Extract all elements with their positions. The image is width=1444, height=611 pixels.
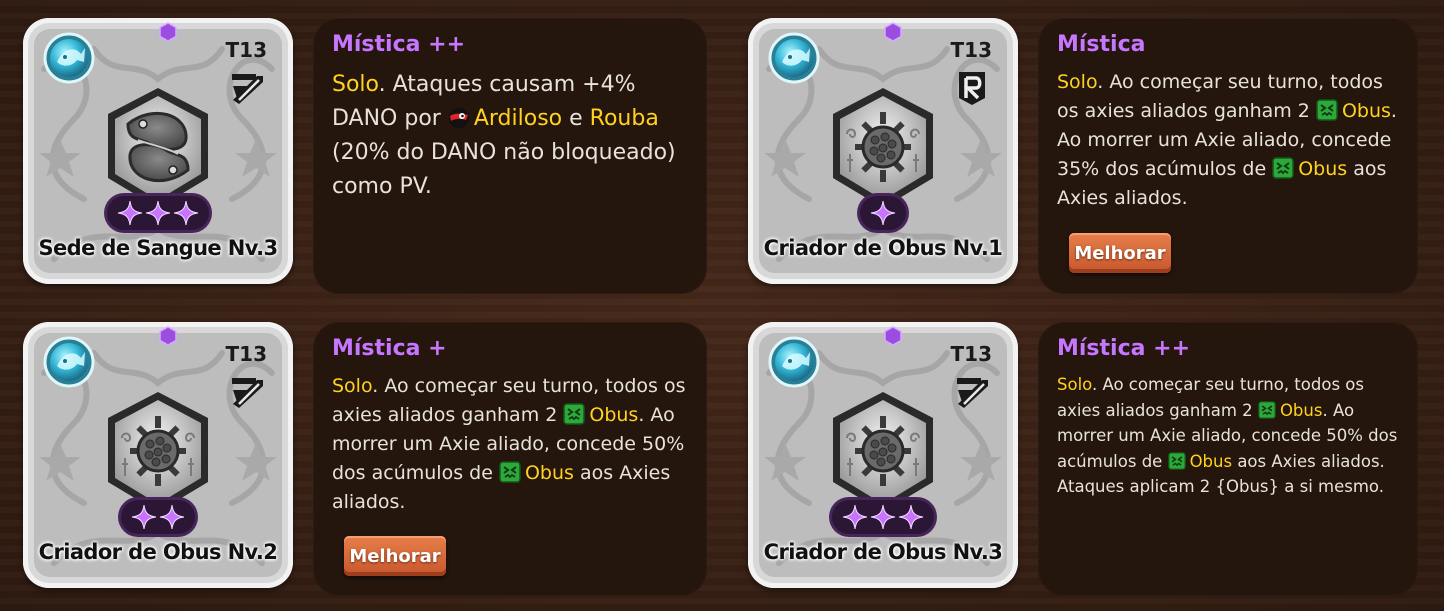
rarity-label: Mística bbox=[1057, 32, 1146, 57]
keyword: Obus bbox=[1189, 451, 1233, 471]
keyword: Ardiloso bbox=[473, 106, 563, 131]
skill-description: Solo. Ao começar seu turno, todos os axi… bbox=[1057, 375, 1398, 496]
star-icon bbox=[117, 200, 143, 226]
star-icon bbox=[145, 200, 171, 226]
mystic-gem-icon bbox=[884, 326, 902, 346]
keyword: Solo bbox=[1057, 71, 1098, 93]
upgrade-button[interactable]: Melhorar bbox=[344, 536, 446, 576]
aquatic-class-icon bbox=[43, 336, 95, 388]
obus-icon bbox=[499, 461, 521, 483]
keyword: Rouba bbox=[589, 106, 659, 131]
rarity-label: Mística ++ bbox=[332, 32, 465, 57]
obus-icon bbox=[1168, 452, 1186, 470]
mystic-gem-icon bbox=[159, 22, 177, 42]
star-level bbox=[832, 500, 934, 534]
card-name: Criador de Obus Nv.3 bbox=[763, 540, 1003, 564]
skill-description-panel: Mística Solo. Ao começar seu turno, todo… bbox=[1038, 18, 1418, 294]
obus-icon bbox=[1316, 99, 1338, 121]
twin-fish-emblem-icon bbox=[98, 84, 218, 212]
ardiloso-icon bbox=[448, 107, 470, 129]
slash-strike-icon bbox=[229, 374, 265, 410]
slash-strike-icon bbox=[229, 70, 265, 106]
spiked-mine-emblem-icon bbox=[823, 84, 943, 212]
star-icon bbox=[870, 200, 896, 226]
skill-card[interactable]: T13 Criador de Obus Nv.3 bbox=[748, 322, 1018, 588]
aquatic-class-icon bbox=[768, 32, 820, 84]
spiked-mine-emblem-icon bbox=[823, 388, 943, 516]
skill-card[interactable]: T13 Criador de Obus Nv.1 bbox=[748, 18, 1018, 284]
star-icon bbox=[870, 504, 896, 530]
keyword: Obus bbox=[1341, 100, 1391, 122]
obus-icon bbox=[563, 403, 585, 425]
keyword: Obus bbox=[1298, 158, 1348, 180]
skill-description: Solo. Ataques causam +4% DANO por Ardilo… bbox=[332, 72, 676, 199]
rune-r-icon bbox=[954, 70, 990, 106]
keyword: Obus bbox=[589, 404, 639, 426]
keyword: Solo bbox=[332, 375, 373, 397]
skill-entry-1: T13 Sede de Sangue Nv.3 Mística ++ Solo.… bbox=[23, 18, 713, 298]
card-tier: T13 bbox=[950, 342, 992, 366]
star-icon bbox=[131, 504, 157, 530]
skill-entry-2: T13 Criador de Obus Nv.1 Mística Solo. A… bbox=[748, 18, 1438, 298]
star-level bbox=[860, 196, 906, 230]
skill-entry-4: T13 Criador de Obus Nv.3 Mística ++ Solo… bbox=[748, 322, 1438, 602]
skill-description: Solo. Ao começar seu turno, todos os axi… bbox=[332, 375, 686, 513]
obus-icon bbox=[1258, 401, 1276, 419]
keyword: Solo bbox=[332, 72, 379, 97]
slash-strike-icon bbox=[954, 374, 990, 410]
star-icon bbox=[159, 504, 185, 530]
star-icon bbox=[842, 504, 868, 530]
obus-icon bbox=[1272, 157, 1294, 179]
card-tier: T13 bbox=[950, 38, 992, 62]
mystic-gem-icon bbox=[159, 326, 177, 346]
skill-entry-3: T13 Criador de Obus Nv.2 Mística + Solo.… bbox=[23, 322, 713, 602]
card-name: Criador de Obus Nv.2 bbox=[38, 540, 278, 564]
skill-card[interactable]: T13 Criador de Obus Nv.2 bbox=[23, 322, 293, 588]
rarity-label: Mística ++ bbox=[1057, 336, 1190, 361]
star-level bbox=[107, 196, 209, 230]
keyword: Obus bbox=[524, 462, 574, 484]
skill-description-panel: Mística + Solo. Ao começar seu turno, to… bbox=[313, 322, 707, 596]
skill-description: Solo. Ao começar seu turno, todos os axi… bbox=[1057, 71, 1397, 209]
skill-description-panel: Mística ++ Solo. Ao começar seu turno, t… bbox=[1038, 322, 1418, 596]
skill-description-panel: Mística ++ Solo. Ataques causam +4% DANO… bbox=[313, 18, 707, 294]
card-name: Sede de Sangue Nv.3 bbox=[38, 236, 278, 260]
aquatic-class-icon bbox=[768, 336, 820, 388]
aquatic-class-icon bbox=[43, 32, 95, 84]
star-level bbox=[121, 500, 195, 534]
star-icon bbox=[898, 504, 924, 530]
skill-card[interactable]: T13 Sede de Sangue Nv.3 bbox=[23, 18, 293, 284]
star-icon bbox=[173, 200, 199, 226]
keyword: Obus bbox=[1279, 400, 1323, 420]
upgrade-button[interactable]: Melhorar bbox=[1069, 233, 1171, 273]
spiked-mine-emblem-icon bbox=[98, 388, 218, 516]
keyword: Solo bbox=[1057, 375, 1092, 394]
rarity-label: Mística + bbox=[332, 336, 447, 361]
card-tier: T13 bbox=[225, 38, 267, 62]
card-name: Criador de Obus Nv.1 bbox=[763, 236, 1003, 260]
card-tier: T13 bbox=[225, 342, 267, 366]
mystic-gem-icon bbox=[884, 22, 902, 42]
